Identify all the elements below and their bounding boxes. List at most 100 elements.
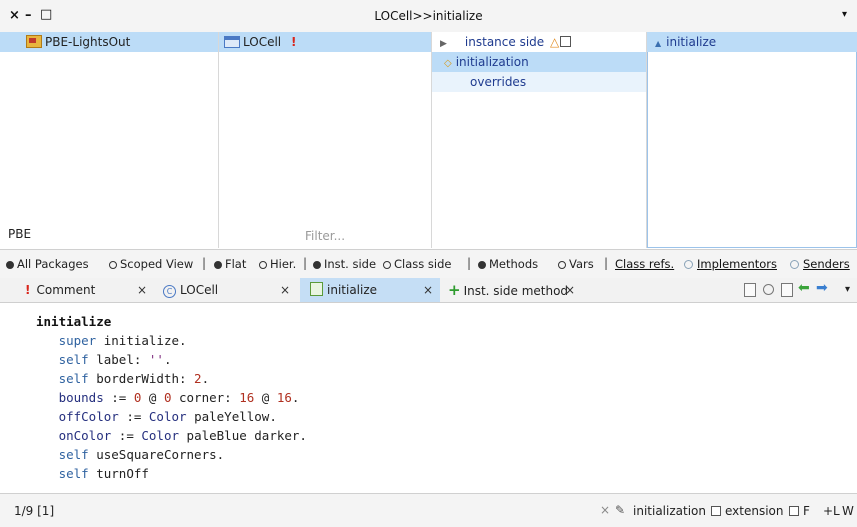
link-label: Senders	[803, 257, 850, 271]
code-line-2: self label: ''.	[58, 352, 172, 367]
extension-checkbox[interactable]: extension	[707, 504, 784, 518]
tab-label: Comment	[36, 283, 96, 297]
checkbox-label: F	[803, 504, 810, 518]
class-item[interactable]: LOCell !	[219, 32, 431, 52]
editor-status-bar: 1/9 [1] × ✎ initialization extension F +…	[0, 493, 857, 527]
separator: |	[303, 256, 308, 270]
browser-scope-bar: All Packages Scoped View | Flat Hier. | …	[0, 249, 857, 279]
tab-inst-side-method[interactable]: + Inst. side method ×	[440, 278, 590, 302]
radio-label: Flat	[225, 257, 247, 271]
copy-icon[interactable]	[744, 283, 756, 297]
protocol-label[interactable]: initialization	[633, 504, 706, 518]
radio-on-icon	[313, 261, 321, 269]
search-icon	[790, 260, 799, 269]
protocol-item-initialization[interactable]: ◇ initialization	[432, 52, 646, 72]
class-icon	[224, 36, 240, 48]
protocol-label: initialization	[455, 55, 529, 69]
radio-on-icon	[6, 261, 14, 269]
package-list-pane[interactable]: PBE-LightsOut PBE	[0, 32, 219, 248]
radio-label: Class side	[394, 257, 452, 271]
code-line-3: self borderWidth: 2.	[58, 371, 210, 386]
radio-label: Hier.	[270, 257, 297, 271]
inst-side-radio[interactable]: Inst. side	[313, 257, 376, 271]
implementors-link[interactable]: Implementors	[684, 257, 777, 271]
radio-label: Scoped View	[120, 257, 194, 271]
add-icon: +	[448, 281, 461, 299]
tab-label: LOCell	[180, 283, 219, 297]
class-side-radio[interactable]: Class side	[383, 257, 451, 271]
tab-locell[interactable]: C LOCell ×	[155, 278, 300, 302]
window-title: LOCell>>initialize	[374, 9, 483, 23]
tab-initialize[interactable]: initialize ×	[300, 278, 440, 302]
window-menu-icon[interactable]: ▾	[842, 9, 847, 20]
code-editor[interactable]: initialize super initialize. self label:…	[0, 303, 857, 493]
flat-radio[interactable]: Flat	[214, 257, 246, 271]
code-text: initialize super initialize. self label:…	[36, 312, 307, 483]
class-refs-link[interactable]: Class refs.	[615, 257, 674, 271]
protocol-label: instance side	[464, 35, 545, 49]
separator: |	[202, 256, 207, 270]
back-arrow-icon[interactable]: ⬅	[798, 280, 810, 296]
forward-arrow-icon[interactable]: ➡	[816, 280, 828, 296]
radio-off-icon	[383, 261, 391, 269]
link-label: Implementors	[697, 257, 777, 271]
radio-off-icon	[259, 261, 267, 269]
method-item[interactable]: ▲ initialize	[647, 32, 857, 52]
format-checkbox[interactable]: F	[785, 504, 810, 518]
senders-link[interactable]: Senders	[790, 257, 850, 271]
wrap-toggle[interactable]: W	[842, 504, 854, 518]
expand-arrow-icon: ▶	[440, 39, 447, 49]
package-item-label: PBE-LightsOut	[45, 35, 131, 49]
cursor-position: 1/9 [1]	[14, 504, 55, 518]
diamond-icon: ◇	[444, 58, 452, 69]
browse-icon[interactable]	[781, 283, 793, 297]
close-tab-icon[interactable]: ×	[565, 278, 575, 302]
code-line-1: super initialize.	[58, 333, 187, 348]
method-list-pane[interactable]: ▲ initialize	[647, 32, 857, 248]
radio-label: Methods	[489, 257, 539, 271]
tab-label: initialize	[327, 283, 378, 297]
hier-radio[interactable]: Hier.	[259, 257, 296, 271]
methods-radio[interactable]: Methods	[478, 257, 538, 271]
class-list-pane[interactable]: LOCell ! Filter...	[219, 32, 432, 248]
person-icon: △	[550, 35, 560, 49]
line-numbers-toggle[interactable]: +L	[823, 504, 840, 518]
close-tab-icon[interactable]: ×	[423, 278, 433, 302]
code-line-8: self turnOff	[58, 466, 149, 481]
warning-icon: !	[25, 283, 31, 297]
pencil-icon: ✎	[615, 503, 626, 517]
scoped-view-radio[interactable]: Scoped View	[109, 257, 193, 271]
radio-on-icon	[214, 261, 222, 269]
protocol-item-instance-side[interactable]: ▶ instance side △	[432, 32, 646, 52]
all-packages-radio[interactable]: All Packages	[6, 257, 89, 271]
tab-menu-icon[interactable]: ▾	[845, 284, 850, 295]
package-item[interactable]: PBE-LightsOut	[0, 32, 218, 52]
triangle-up-icon: ▲	[655, 39, 662, 48]
radio-label: Vars	[569, 257, 594, 271]
protocol-list-pane[interactable]: ▶ instance side △ ◇ initialization overrid…	[432, 32, 647, 248]
separator: |	[467, 256, 472, 270]
close-tab-icon[interactable]: ×	[137, 278, 147, 302]
code-line-6: onColor := Color paleBlue darker.	[58, 428, 307, 443]
code-line-5: offColor := Color paleYellow.	[58, 409, 277, 424]
vars-radio[interactable]: Vars	[558, 257, 594, 271]
class-filter-input[interactable]: Filter...	[219, 226, 431, 246]
code-line-4: bounds := 0 @ 0 corner: 16 @ 16.	[58, 390, 300, 405]
close-icon[interactable]: ×	[600, 503, 610, 517]
tab-comment[interactable]: ! Comment ×	[0, 278, 155, 302]
checkbox-icon	[711, 506, 721, 516]
method-label: initialize	[666, 35, 717, 49]
radio-off-icon	[558, 261, 566, 269]
radio-off-icon	[109, 261, 117, 269]
warning-icon: !	[290, 35, 297, 49]
protocol-item-overrides[interactable]: overrides	[432, 72, 646, 92]
checkbox-icon[interactable]	[560, 36, 572, 47]
close-tab-icon[interactable]: ×	[280, 278, 290, 302]
package-scope-label: PBE	[8, 227, 32, 241]
search-icon[interactable]	[763, 284, 774, 295]
method-selector: initialize	[36, 314, 112, 329]
package-icon	[26, 35, 42, 48]
radio-on-icon	[478, 261, 486, 269]
code-line-7: self useSquareCorners.	[58, 447, 225, 462]
protocol-label: overrides	[470, 75, 527, 89]
